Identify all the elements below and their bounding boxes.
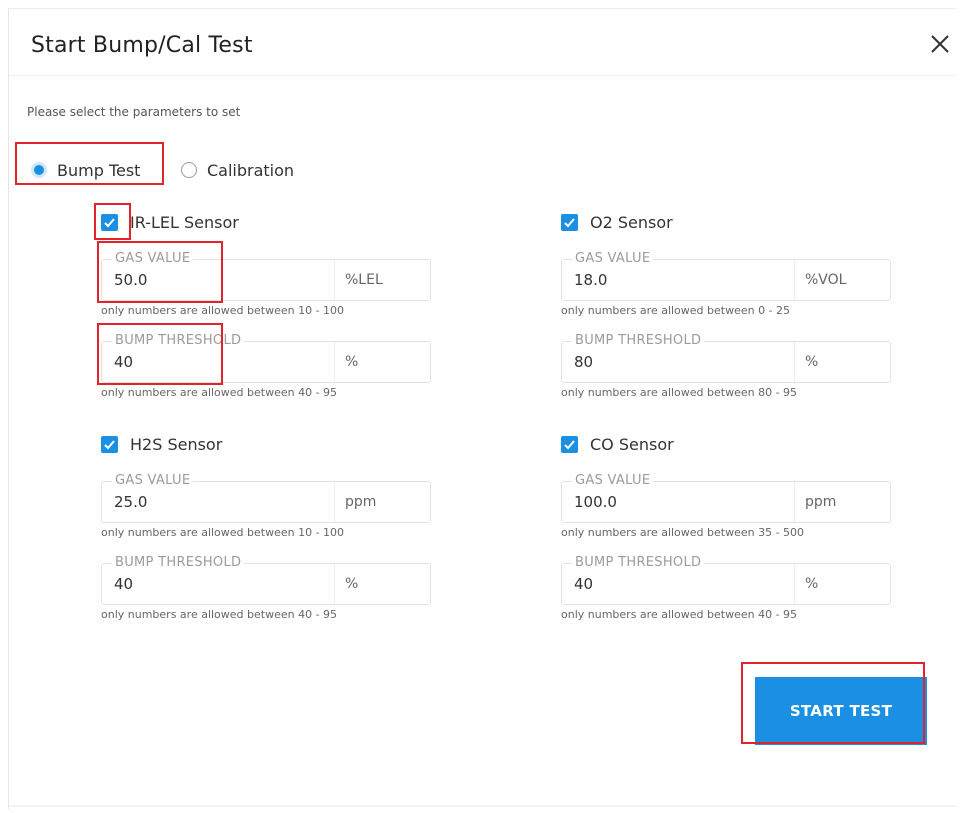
gas-value-input[interactable] [114, 271, 314, 289]
gas-value-unit: %VOL [794, 260, 890, 300]
sensor-o2: O2 Sensor GAS VALUE %VOL only numbers ar… [561, 209, 901, 419]
bump-threshold-field: BUMP THRESHOLD % [561, 555, 891, 605]
bump-threshold-hint: only numbers are allowed between 40 - 95 [561, 608, 798, 621]
calibration-label: Calibration [207, 160, 295, 180]
start-test-button[interactable]: START TEST [755, 677, 927, 745]
sensor-name: IR-LEL Sensor [130, 212, 239, 232]
instructions-text: Please select the parameters to set [27, 105, 241, 119]
bump-threshold-input[interactable] [574, 353, 774, 371]
bump-threshold-field: BUMP THRESHOLD % [101, 333, 431, 383]
gas-value-unit: %LEL [334, 260, 430, 300]
close-icon[interactable] [927, 31, 953, 57]
bump-threshold-hint: only numbers are allowed between 80 - 95 [561, 386, 798, 399]
calibration-radio[interactable]: Calibration [181, 153, 294, 187]
gas-value-legend: GAS VALUE [112, 473, 194, 488]
bump-threshold-legend: BUMP THRESHOLD [572, 333, 705, 348]
checkmark-icon [104, 217, 115, 227]
gas-value-hint: only numbers are allowed between 10 - 10… [101, 526, 345, 539]
gas-value-legend: GAS VALUE [112, 251, 194, 266]
sensor-name: H2S Sensor [130, 434, 223, 454]
bump-threshold-legend: BUMP THRESHOLD [112, 333, 245, 348]
co-checkbox[interactable] [561, 435, 578, 453]
bump-threshold-unit: % [794, 564, 890, 604]
checkmark-icon [564, 217, 575, 227]
sensor-h2s: H2S Sensor GAS VALUE ppm only numbers ar… [101, 431, 441, 641]
sensor-name: O2 Sensor [590, 212, 673, 232]
checkmark-icon [104, 439, 115, 449]
o2-checkbox[interactable] [561, 213, 578, 231]
gas-value-field: GAS VALUE %LEL [101, 251, 431, 301]
h2s-checkbox[interactable] [101, 435, 118, 453]
gas-value-unit: ppm [794, 482, 890, 522]
gas-value-input[interactable] [114, 493, 314, 511]
radio-unselected-icon [181, 162, 197, 178]
test-mode-radio-group: Bump Test Calibration [25, 153, 325, 191]
bump-threshold-unit: % [794, 342, 890, 382]
bump-threshold-input[interactable] [114, 575, 314, 593]
bump-threshold-field: BUMP THRESHOLD % [101, 555, 431, 605]
checkmark-icon [564, 439, 575, 449]
radio-selected-icon [31, 162, 47, 178]
gas-value-legend: GAS VALUE [572, 251, 654, 266]
gas-value-field: GAS VALUE ppm [101, 473, 431, 523]
gas-value-legend: GAS VALUE [572, 473, 654, 488]
gas-value-hint: only numbers are allowed between 10 - 10… [101, 304, 345, 317]
sensor-co: CO Sensor GAS VALUE ppm only numbers are… [561, 431, 901, 641]
gas-value-input[interactable] [574, 493, 774, 511]
bump-threshold-legend: BUMP THRESHOLD [112, 555, 245, 570]
bump-test-label: Bump Test [57, 160, 141, 180]
footer-divider [9, 805, 957, 807]
gas-value-unit: ppm [334, 482, 430, 522]
header-divider [9, 75, 957, 76]
dialog-title: Start Bump/Cal Test [31, 33, 253, 58]
ir-lel-checkbox[interactable] [101, 213, 118, 231]
bump-cal-dialog: Start Bump/Cal Test Please select the pa… [8, 8, 957, 809]
gas-value-hint: only numbers are allowed between 0 - 25 [561, 304, 791, 317]
bump-threshold-field: BUMP THRESHOLD % [561, 333, 891, 383]
bump-threshold-legend: BUMP THRESHOLD [572, 555, 705, 570]
bump-threshold-unit: % [334, 564, 430, 604]
sensor-name: CO Sensor [590, 434, 674, 454]
bump-threshold-unit: % [334, 342, 430, 382]
gas-value-field: GAS VALUE %VOL [561, 251, 891, 301]
bump-threshold-hint: only numbers are allowed between 40 - 95 [101, 386, 338, 399]
bump-test-radio[interactable]: Bump Test [31, 153, 140, 187]
gas-value-hint: only numbers are allowed between 35 - 50… [561, 526, 805, 539]
gas-value-input[interactable] [574, 271, 774, 289]
gas-value-field: GAS VALUE ppm [561, 473, 891, 523]
bump-threshold-input[interactable] [574, 575, 774, 593]
sensor-ir-lel: IR-LEL Sensor GAS VALUE %LEL only number… [101, 209, 441, 419]
bump-threshold-input[interactable] [114, 353, 314, 371]
bump-threshold-hint: only numbers are allowed between 40 - 95 [101, 608, 338, 621]
